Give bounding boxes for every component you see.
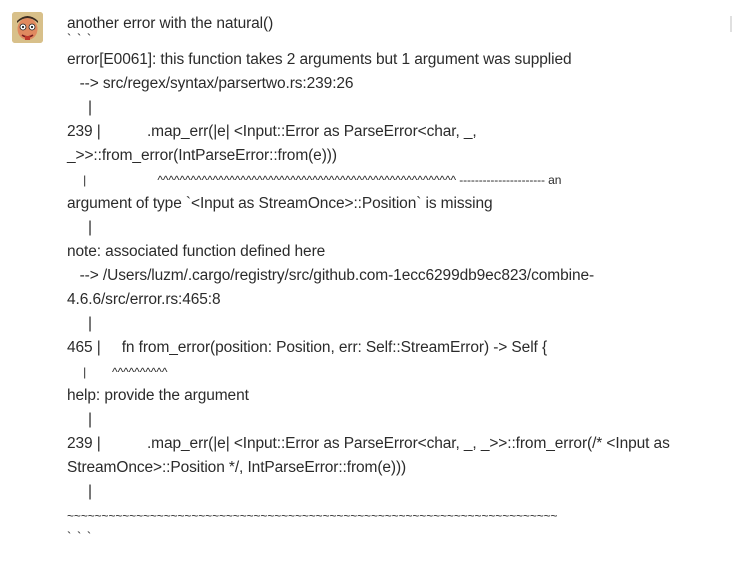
code-fence-close: ` ` ` xyxy=(67,529,93,544)
message-line: note: associated function defined here xyxy=(67,243,326,260)
message-line: | xyxy=(67,483,92,500)
message-line: | ^^^^^^^^^^ xyxy=(67,365,168,379)
message-line: error[E0061]: this function takes 2 argu… xyxy=(67,51,572,68)
message-line: 465 | fn from_error(position: Position, … xyxy=(67,339,548,356)
message-line: | xyxy=(67,315,92,332)
message-line: ~~~~~~~~~~~~~~~~~~~~~~~~~~~~~~~~~~~~~~~~… xyxy=(67,509,558,523)
message-line: help: provide the argument xyxy=(67,387,249,404)
message-line: | xyxy=(67,411,92,428)
message-line: argument of type `<Input as StreamOnce>:… xyxy=(67,195,493,212)
message-line: | xyxy=(67,99,92,116)
message-line: | xyxy=(67,219,92,236)
message-line: 4.6.6/src/error.rs:465:8 xyxy=(67,291,221,308)
message-text: another error with the natural() ` ` ` e… xyxy=(67,12,727,546)
user-avatar-icon[interactable] xyxy=(12,12,43,43)
message-line: --> /Users/luzm/.cargo/registry/src/gith… xyxy=(67,267,595,284)
message-line: 239 | .map_err(|e| <Input::Error as Pars… xyxy=(67,435,670,452)
chat-message: another error with the natural() ` ` ` e… xyxy=(0,0,733,567)
message-line: StreamOnce>::Position */, IntParseError:… xyxy=(67,459,407,476)
message-line: --> src/regex/syntax/parsertwo.rs:239:26 xyxy=(67,75,354,92)
message-line: 239 | .map_err(|e| <Input::Error as Pars… xyxy=(67,123,477,140)
message-line: _>>::from_error(IntParseError::from(e))) xyxy=(67,147,337,164)
scroll-edge-marker xyxy=(730,16,732,32)
message-line: | ^^^^^^^^^^^^^^^^^^^^^^^^^^^^^^^^^^^^^^… xyxy=(67,173,562,187)
